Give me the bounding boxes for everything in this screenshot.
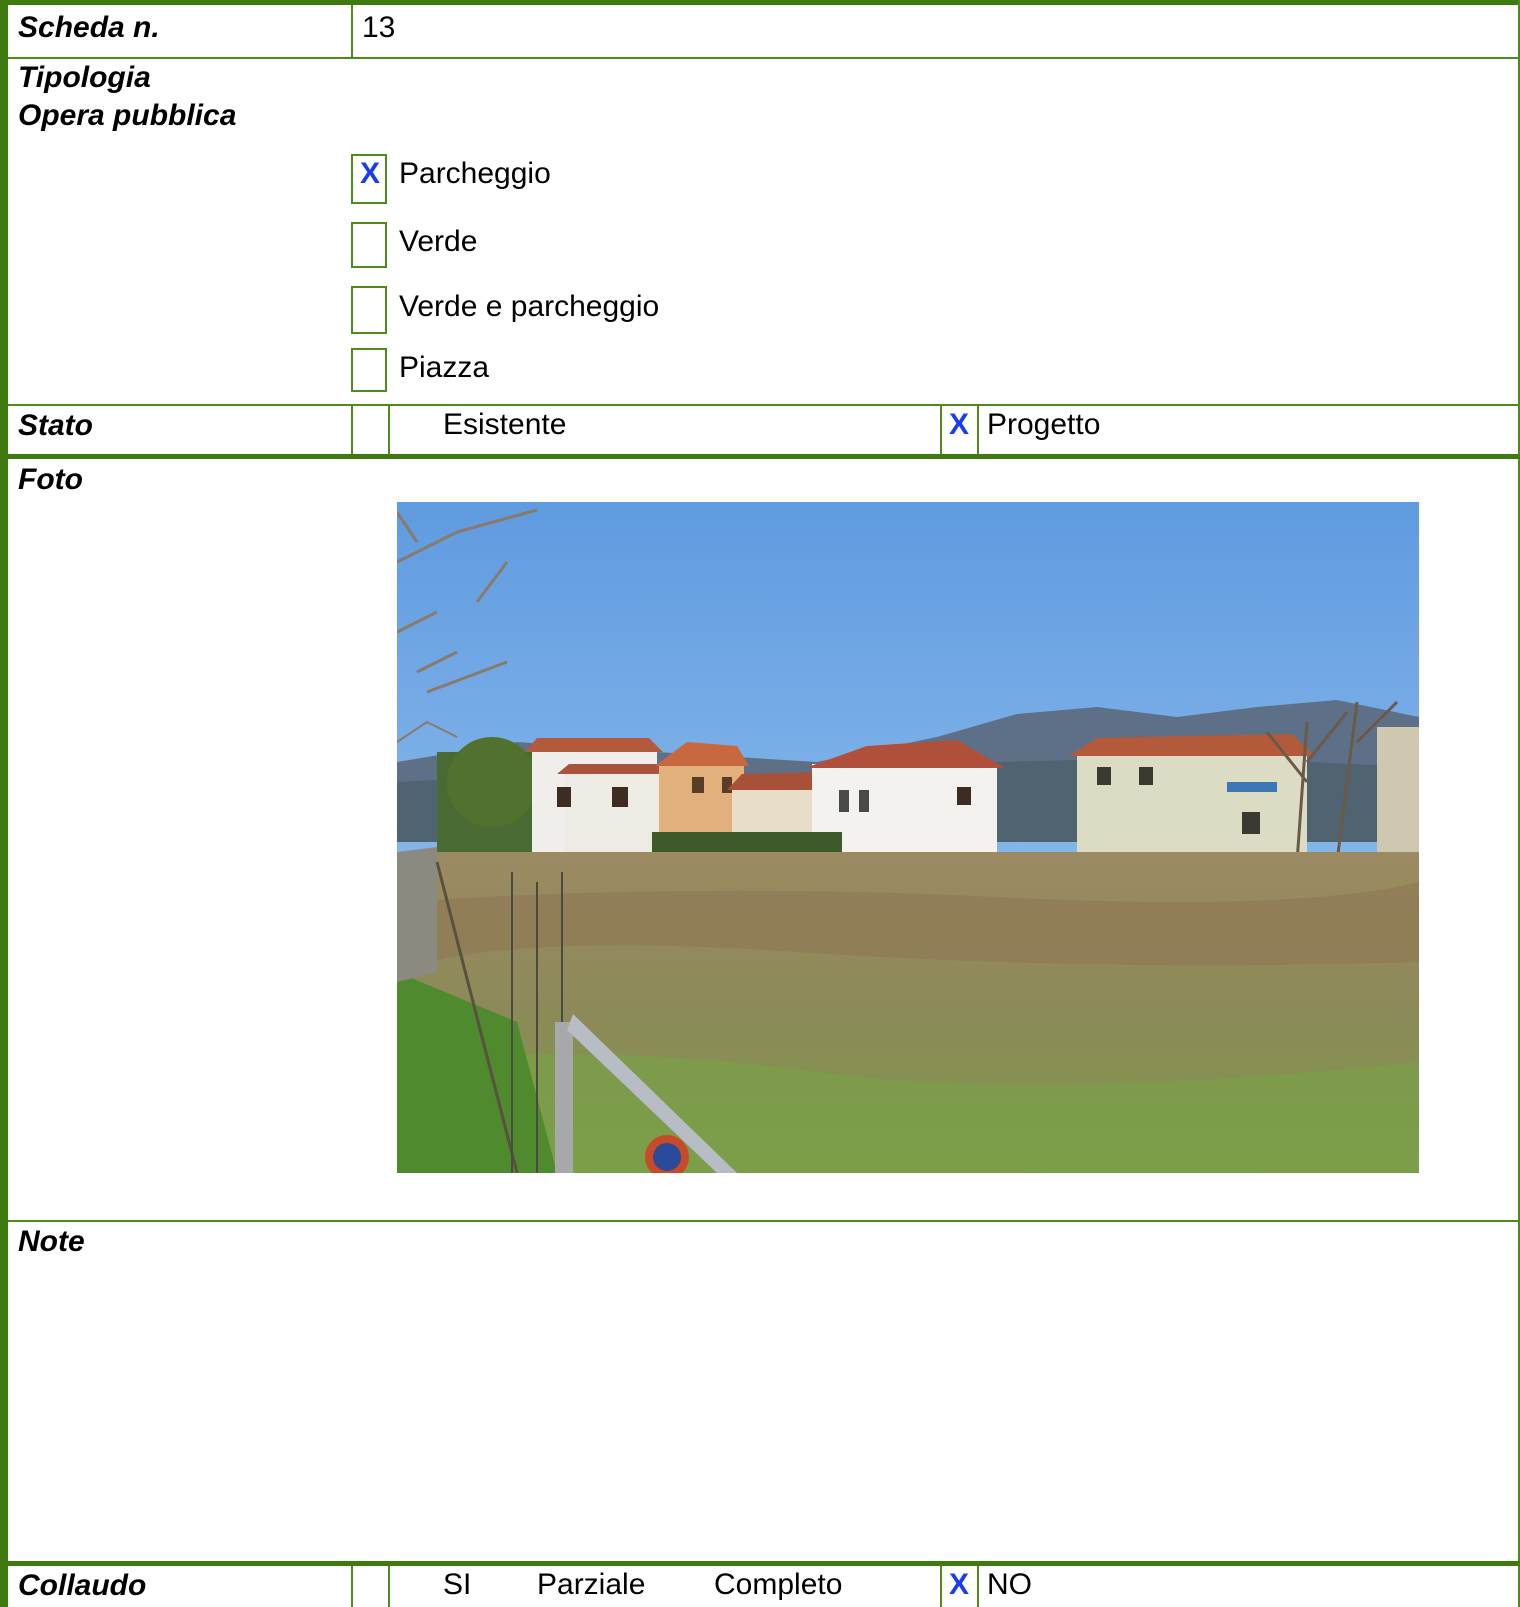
option-verde-e-parcheggio-label: Verde e parcheggio	[399, 290, 660, 323]
divider-foto-bottom	[8, 1220, 1520, 1222]
left-border	[0, 0, 8, 1607]
collaudo-no-check-mark: X	[949, 1568, 970, 1601]
stato-sep-4	[977, 404, 979, 454]
collaudo-si-label: SI	[443, 1568, 472, 1601]
checkbox-esistente[interactable]	[353, 406, 388, 454]
collaudo-sep-4	[977, 1566, 979, 1607]
scheda-col-sep	[351, 5, 353, 57]
scheda-label: Scheda n.	[18, 11, 160, 44]
scheda-number: 13	[362, 11, 396, 44]
progetto-check-mark: X	[949, 408, 970, 441]
collaudo-label: Collaudo	[18, 1569, 147, 1602]
divider-stato-bottom	[8, 454, 1520, 459]
stato-progetto-label: Progetto	[987, 408, 1101, 441]
scheda-form: Scheda n. 13 Tipologia Opera pubblica X …	[0, 0, 1520, 1607]
stato-label: Stato	[18, 409, 93, 442]
stato-sep-2	[388, 404, 390, 454]
opera-pubblica-label: Opera pubblica	[18, 99, 237, 132]
divider-scheda	[8, 57, 1520, 59]
tipologia-label: Tipologia	[18, 61, 151, 94]
note-label: Note	[18, 1225, 85, 1258]
site-photo	[397, 502, 1419, 1173]
collaudo-completo-label: Completo	[714, 1568, 843, 1601]
note-area[interactable]	[10, 1262, 1515, 1558]
top-border	[0, 0, 1520, 5]
option-verde-label: Verde	[399, 225, 478, 258]
collaudo-sep-2	[388, 1566, 390, 1607]
foto-label: Foto	[18, 463, 83, 496]
collaudo-parziale-label: Parziale	[537, 1568, 646, 1601]
parcheggio-check-mark: X	[360, 157, 381, 190]
option-piazza-label: Piazza	[399, 351, 490, 384]
divider-note-bottom	[8, 1561, 1520, 1566]
checkbox-piazza[interactable]	[351, 348, 387, 392]
collaudo-no-label: NO	[987, 1568, 1032, 1601]
checkbox-verde[interactable]	[351, 222, 387, 268]
option-parcheggio-label: Parcheggio	[399, 157, 551, 190]
divider-stato-top	[8, 404, 1520, 406]
collaudo-sep-1	[351, 1566, 353, 1607]
checkbox-verde-e-parcheggio[interactable]	[351, 286, 387, 334]
stato-esistente-label: Esistente	[443, 408, 567, 441]
